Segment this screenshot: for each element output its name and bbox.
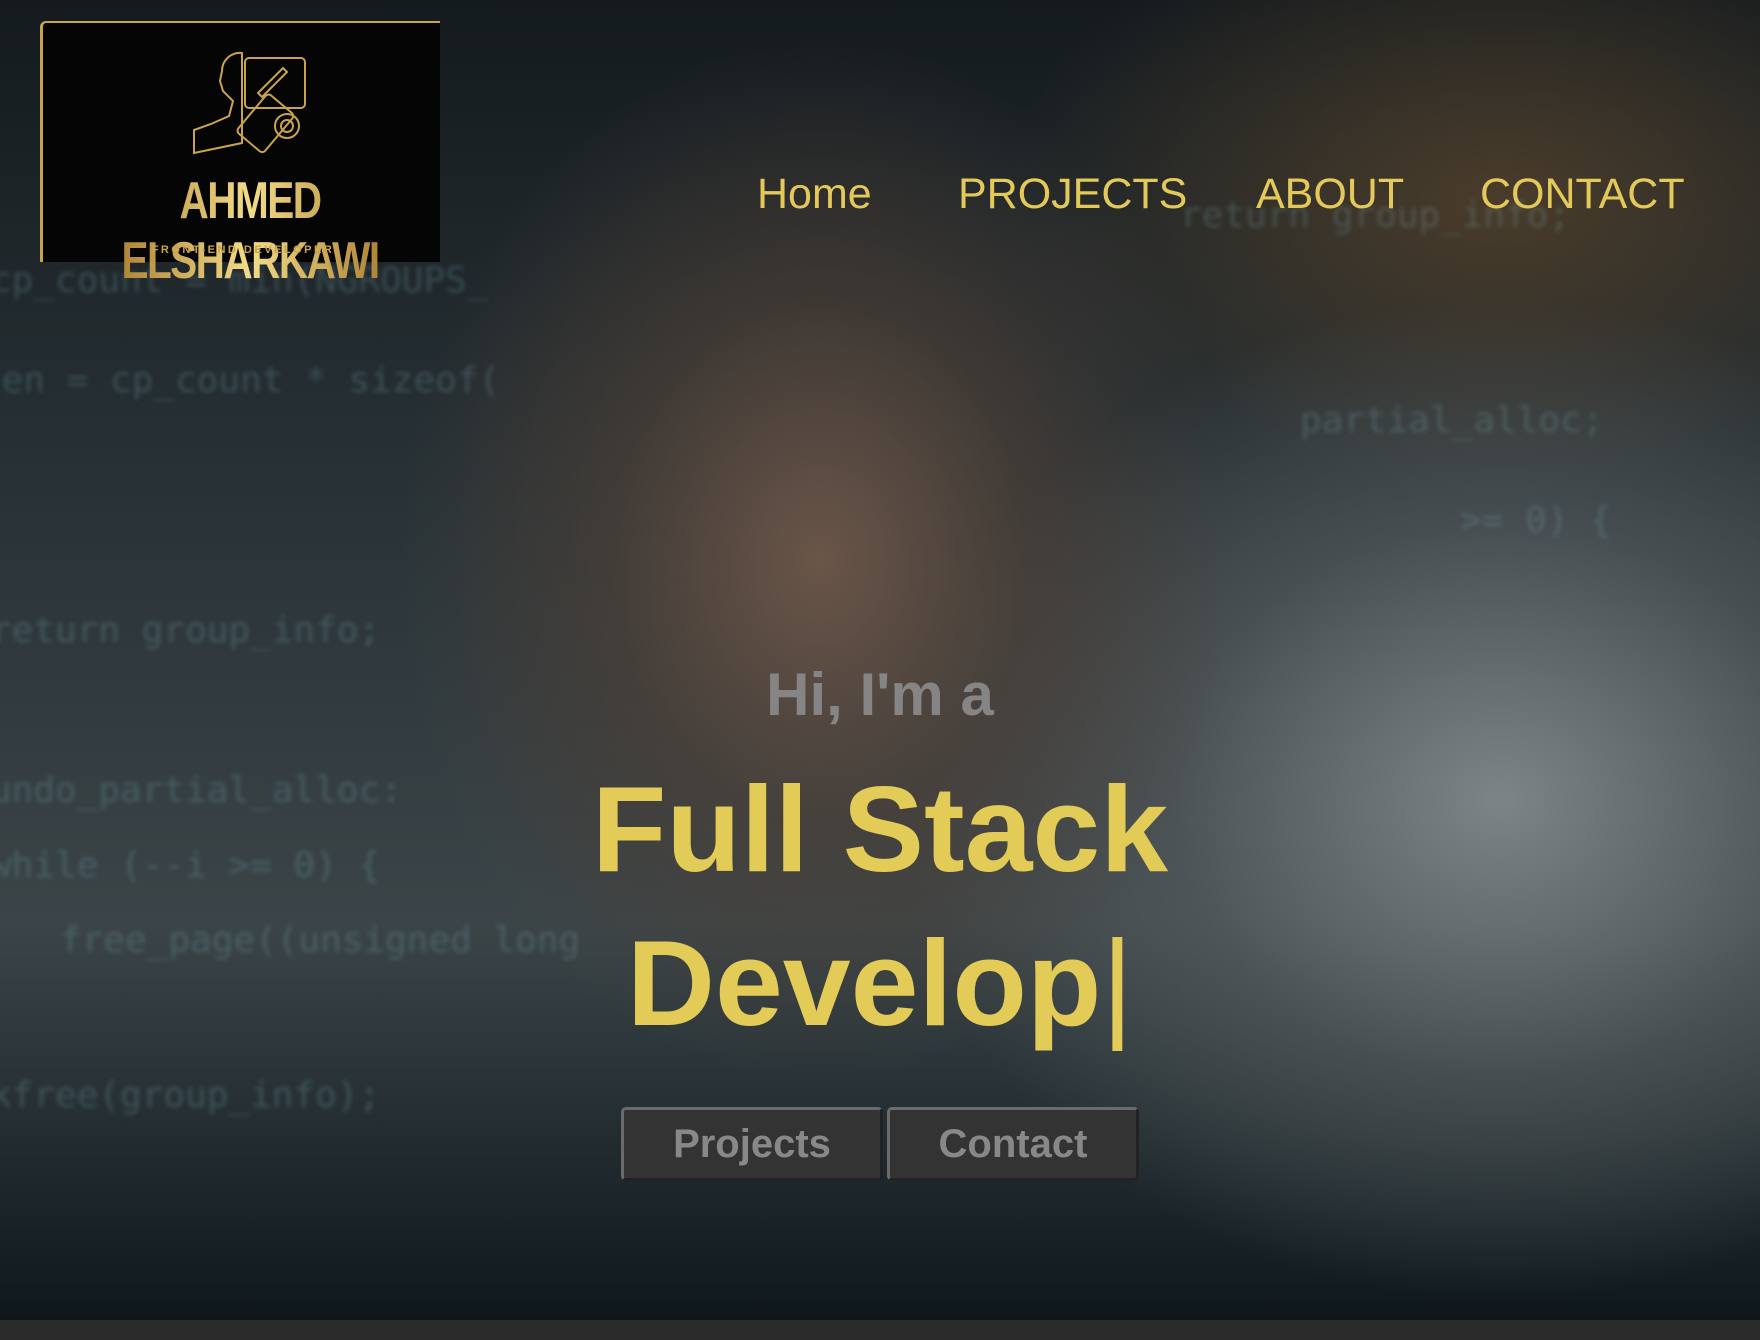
- background-code: len = cp_count * sizeof(: [0, 360, 501, 401]
- nav-about[interactable]: ABOUT: [1256, 170, 1404, 219]
- bottom-bar: [0, 1320, 1760, 1340]
- typed-text: Develop: [626, 915, 1102, 1051]
- hero-title-line2: Develop|: [0, 922, 1760, 1044]
- contact-button[interactable]: Contact: [887, 1107, 1139, 1181]
- nav-home[interactable]: Home: [757, 170, 872, 219]
- hero-greeting: Hi, I'm a: [766, 661, 994, 728]
- logo[interactable]: AHMED ELSHARKAWI FRONT-END DEVELOPER: [40, 21, 440, 290]
- nav-projects[interactable]: PROJECTS: [958, 170, 1187, 219]
- logo-name: AHMED ELSHARKAWI: [106, 171, 395, 291]
- logo-subtitle: FRONT-END DEVELOPER: [151, 244, 335, 256]
- nav-contact[interactable]: CONTACT: [1480, 170, 1685, 219]
- projects-button[interactable]: Projects: [621, 1107, 883, 1181]
- typing-cursor: |: [1101, 915, 1134, 1051]
- hero-title-line1: Full Stack: [591, 761, 1169, 897]
- background-code: return group_info;: [0, 610, 381, 651]
- background-code: >= 0) {: [1460, 500, 1612, 541]
- background-code: kfree(group_info);: [0, 1075, 381, 1116]
- background-code: partial_alloc;: [1300, 400, 1604, 441]
